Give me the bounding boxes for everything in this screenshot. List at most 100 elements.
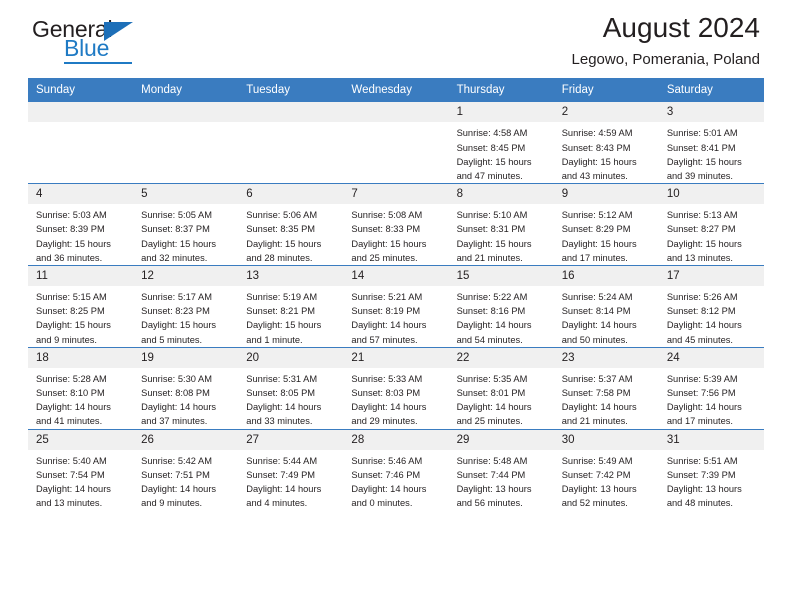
daylight-text: Daylight: 15 hours and 21 minutes. <box>456 238 532 263</box>
day-number <box>133 102 239 122</box>
day-cell[interactable]: 3 Sunrise: 5:01 AM Sunset: 8:41 PM Dayli… <box>658 102 764 184</box>
sunset-text: Sunset: 8:12 PM <box>666 306 736 317</box>
day-number: 4 <box>28 183 134 205</box>
sunrise-text: Sunrise: 4:59 AM <box>561 128 633 139</box>
day-cell[interactable]: 23 Sunrise: 5:37 AM Sunset: 7:58 PM Dayl… <box>553 346 659 429</box>
sunset-text: Sunset: 8:01 PM <box>456 388 526 399</box>
sunrise-text: Sunrise: 5:33 AM <box>351 374 423 384</box>
day-details: Sunrise: 5:26 AM Sunset: 8:12 PM Dayligh… <box>659 286 764 347</box>
daylight-text: Daylight: 15 hours and 28 minutes. <box>246 238 322 263</box>
sunset-text: Sunset: 7:56 PM <box>666 388 736 399</box>
daylight-text: Daylight: 15 hours and 43 minutes. <box>561 156 637 181</box>
day-cell[interactable]: 25 Sunrise: 5:40 AM Sunset: 7:54 PM Dayl… <box>28 428 134 511</box>
day-cell[interactable]: 13 Sunrise: 5:19 AM Sunset: 8:21 PM Dayl… <box>238 264 344 348</box>
day-cell[interactable]: 24 Sunrise: 5:39 AM Sunset: 7:56 PM Dayl… <box>658 346 764 429</box>
day-cell[interactable]: 11 Sunrise: 5:15 AM Sunset: 8:25 PM Dayl… <box>28 264 134 348</box>
day-cell[interactable]: 17 Sunrise: 5:26 AM Sunset: 8:12 PM Dayl… <box>658 264 764 348</box>
day-cell[interactable]: 20 Sunrise: 5:31 AM Sunset: 8:05 PM Dayl… <box>238 346 344 429</box>
sunset-text: Sunset: 7:51 PM <box>141 470 210 480</box>
day-cell[interactable]: 31 Sunrise: 5:51 AM Sunset: 7:39 PM Dayl… <box>658 428 764 511</box>
daylight-text: Daylight: 15 hours and 5 minutes. <box>141 320 217 345</box>
sunset-text: Sunset: 7:54 PM <box>36 470 105 480</box>
day-cell[interactable]: 5 Sunrise: 5:05 AM Sunset: 8:37 PM Dayli… <box>133 182 239 266</box>
day-details: Sunrise: 5:08 AM Sunset: 8:33 PM Dayligh… <box>343 204 448 265</box>
sunrise-text: Sunrise: 5:44 AM <box>246 455 318 466</box>
day-cell[interactable]: 7 Sunrise: 5:08 AM Sunset: 8:33 PM Dayli… <box>343 182 449 266</box>
weekday-header-saturday: Saturday <box>658 78 764 102</box>
day-number: 8 <box>448 183 554 205</box>
day-details: Sunrise: 5:31 AM Sunset: 8:05 PM Dayligh… <box>238 368 343 429</box>
day-cell[interactable]: 21 Sunrise: 5:33 AM Sunset: 8:03 PM Dayl… <box>343 346 449 429</box>
day-number: 5 <box>133 183 239 205</box>
weekday-header-tuesday: Tuesday <box>238 78 344 102</box>
day-number: 9 <box>553 183 659 205</box>
day-cell[interactable]: 16 Sunrise: 5:24 AM Sunset: 8:14 PM Dayl… <box>553 264 659 348</box>
day-number: 29 <box>448 429 554 450</box>
sunrise-text: Sunrise: 5:06 AM <box>246 210 318 221</box>
calendar-week-row: 1 Sunrise: 4:58 AM Sunset: 8:45 PM Dayli… <box>28 102 764 184</box>
calendar-grid: Sunday Monday Tuesday Wednesday Thursday… <box>28 78 764 511</box>
day-cell[interactable]: 14 Sunrise: 5:21 AM Sunset: 8:19 PM Dayl… <box>343 264 449 348</box>
calendar-body: 1 Sunrise: 4:58 AM Sunset: 8:45 PM Dayli… <box>28 102 764 511</box>
sunset-text: Sunset: 8:19 PM <box>351 306 421 317</box>
day-cell[interactable]: 22 Sunrise: 5:35 AM Sunset: 8:01 PM Dayl… <box>448 346 554 429</box>
sunset-text: Sunset: 8:25 PM <box>36 306 105 317</box>
day-number: 2 <box>553 102 659 123</box>
day-cell[interactable]: 15 Sunrise: 5:22 AM Sunset: 8:16 PM Dayl… <box>448 264 554 348</box>
daylight-text: Daylight: 14 hours and 33 minutes. <box>246 402 322 427</box>
sunset-text: Sunset: 7:46 PM <box>351 470 421 480</box>
daylight-text: Daylight: 15 hours and 47 minutes. <box>456 156 532 181</box>
sunrise-text: Sunrise: 5:15 AM <box>36 292 107 303</box>
daylight-text: Daylight: 14 hours and 54 minutes. <box>456 320 532 345</box>
daylight-text: Daylight: 15 hours and 9 minutes. <box>36 320 111 345</box>
sunrise-text: Sunrise: 5:03 AM <box>36 210 107 221</box>
day-details: Sunrise: 5:51 AM Sunset: 7:39 PM Dayligh… <box>659 450 764 511</box>
day-cell[interactable]: 4 Sunrise: 5:03 AM Sunset: 8:39 PM Dayli… <box>28 182 134 266</box>
calendar-page: General Blue August 2024 Legowo, Pomeran… <box>0 0 792 612</box>
day-number: 3 <box>658 102 764 123</box>
weekday-header-thursday: Thursday <box>448 78 554 102</box>
day-cell[interactable]: 26 Sunrise: 5:42 AM Sunset: 7:51 PM Dayl… <box>133 428 239 511</box>
day-cell[interactable]: 1 Sunrise: 4:58 AM Sunset: 8:45 PM Dayli… <box>448 102 554 184</box>
daylight-text: Daylight: 15 hours and 13 minutes. <box>666 238 742 263</box>
sunrise-text: Sunrise: 5:17 AM <box>141 292 212 303</box>
day-cell[interactable]: 29 Sunrise: 5:48 AM Sunset: 7:44 PM Dayl… <box>448 428 554 511</box>
day-cell[interactable]: 10 Sunrise: 5:13 AM Sunset: 8:27 PM Dayl… <box>658 182 764 266</box>
daylight-text: Daylight: 14 hours and 4 minutes. <box>246 484 322 509</box>
day-cell[interactable]: 27 Sunrise: 5:44 AM Sunset: 7:49 PM Dayl… <box>238 428 344 511</box>
daylight-text: Daylight: 15 hours and 1 minute. <box>246 320 322 345</box>
day-details: Sunrise: 5:46 AM Sunset: 7:46 PM Dayligh… <box>343 450 448 511</box>
day-details: Sunrise: 5:37 AM Sunset: 7:58 PM Dayligh… <box>554 368 659 429</box>
sunset-text: Sunset: 7:49 PM <box>246 470 316 480</box>
sunrise-text: Sunrise: 5:19 AM <box>246 292 318 303</box>
daylight-text: Daylight: 14 hours and 29 minutes. <box>351 402 427 427</box>
day-cell[interactable]: 28 Sunrise: 5:46 AM Sunset: 7:46 PM Dayl… <box>343 428 449 511</box>
calendar-week-row: 18 Sunrise: 5:28 AM Sunset: 8:10 PM Dayl… <box>28 346 764 429</box>
daylight-text: Daylight: 15 hours and 36 minutes. <box>36 238 111 263</box>
day-cell[interactable]: 19 Sunrise: 5:30 AM Sunset: 8:08 PM Dayl… <box>133 346 239 429</box>
day-cell[interactable]: 30 Sunrise: 5:49 AM Sunset: 7:42 PM Dayl… <box>553 428 659 511</box>
day-number: 18 <box>28 347 134 368</box>
weekday-header-sunday: Sunday <box>28 78 134 102</box>
sunrise-text: Sunrise: 5:35 AM <box>456 374 528 384</box>
sunrise-text: Sunrise: 5:13 AM <box>666 210 738 221</box>
day-details: Sunrise: 5:28 AM Sunset: 8:10 PM Dayligh… <box>28 368 133 429</box>
daylight-text: Daylight: 14 hours and 41 minutes. <box>36 402 111 427</box>
generalblue-logo[interactable]: General Blue <box>32 18 157 66</box>
day-cell[interactable]: 12 Sunrise: 5:17 AM Sunset: 8:23 PM Dayl… <box>133 264 239 348</box>
day-number: 6 <box>238 183 344 205</box>
daylight-text: Daylight: 14 hours and 45 minutes. <box>666 320 742 345</box>
day-number: 14 <box>343 265 449 287</box>
day-cell[interactable]: 9 Sunrise: 5:12 AM Sunset: 8:29 PM Dayli… <box>553 182 659 266</box>
sunset-text: Sunset: 8:45 PM <box>456 142 526 153</box>
day-cell[interactable]: 18 Sunrise: 5:28 AM Sunset: 8:10 PM Dayl… <box>28 346 134 429</box>
day-cell[interactable]: 8 Sunrise: 5:10 AM Sunset: 8:31 PM Dayli… <box>448 182 554 266</box>
day-cell[interactable]: 2 Sunrise: 4:59 AM Sunset: 8:43 PM Dayli… <box>553 102 659 184</box>
day-cell[interactable]: 6 Sunrise: 5:06 AM Sunset: 8:35 PM Dayli… <box>238 182 344 266</box>
day-number <box>343 102 449 122</box>
day-number: 20 <box>238 347 344 368</box>
day-number: 11 <box>28 265 134 287</box>
day-number: 27 <box>238 429 344 450</box>
day-details: Sunrise: 4:58 AM Sunset: 8:45 PM Dayligh… <box>449 122 554 183</box>
sunset-text: Sunset: 8:10 PM <box>36 388 105 399</box>
